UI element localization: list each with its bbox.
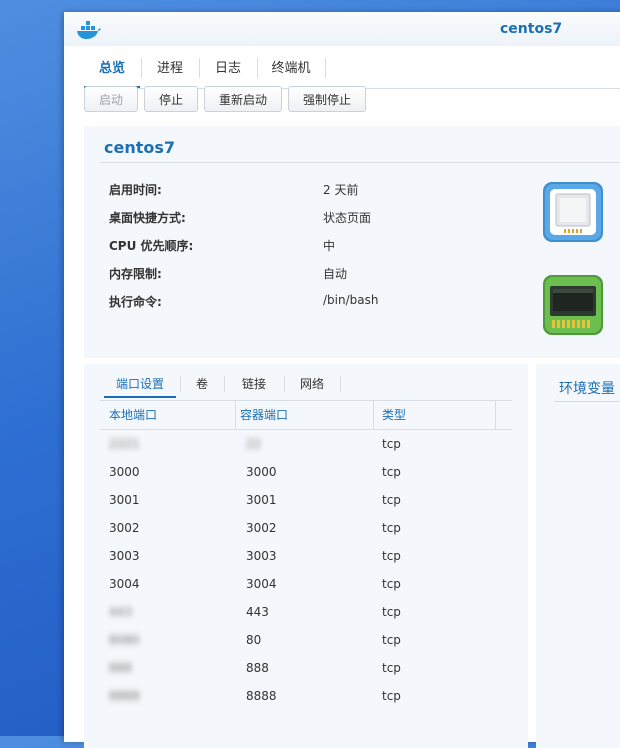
- type-cell: tcp: [382, 465, 401, 479]
- uptime-value: 2 天前: [323, 183, 359, 197]
- cpu-priority-label: CPU 优先顺序:: [109, 239, 194, 253]
- container-port-cell: 8888: [246, 689, 277, 703]
- container-port-cell: 22: [246, 437, 262, 451]
- shortcut-label: 桌面快捷方式:: [109, 211, 186, 225]
- container-port-cell: 3003: [246, 549, 277, 563]
- table-row[interactable]: 8888 8888 tcp: [100, 682, 512, 710]
- settings-subtabs: 端口设置 卷 链接 网络: [100, 364, 512, 400]
- container-port-cell: 3004: [246, 577, 277, 591]
- memory-module-icon: [542, 274, 604, 336]
- table-row[interactable]: 3000 3000 tcp: [100, 458, 512, 486]
- subtab-port-settings[interactable]: 端口设置: [104, 370, 176, 398]
- local-port-cell: 3001: [109, 493, 140, 507]
- tab-divider: [224, 376, 225, 392]
- tab-logs[interactable]: 日志: [200, 46, 256, 88]
- restart-button[interactable]: 重新启动: [204, 86, 282, 112]
- divider: [100, 162, 620, 163]
- cpu-chip-icon: [542, 181, 604, 243]
- table-row[interactable]: 3004 3004 tcp: [100, 570, 512, 598]
- tab-divider: [284, 376, 285, 392]
- subtab-links[interactable]: 链接: [226, 370, 282, 398]
- local-port-cell: 8888: [109, 689, 140, 703]
- container-port-cell: 3002: [246, 521, 277, 535]
- table-row[interactable]: 888 888 tcp: [100, 654, 512, 682]
- container-port-cell: 3001: [246, 493, 277, 507]
- local-port-cell: 888: [109, 661, 132, 675]
- type-cell: tcp: [382, 661, 401, 675]
- table-row[interactable]: 2221 22 tcp: [100, 430, 512, 458]
- stop-button[interactable]: 停止: [144, 86, 198, 112]
- memory-limit-value: 自动: [323, 267, 348, 281]
- local-port-cell: 2221: [109, 437, 140, 451]
- container-port-cell: 888: [246, 661, 269, 675]
- window-titlebar[interactable]: centos7: [64, 12, 620, 46]
- command-value: /bin/bash: [323, 293, 379, 307]
- container-detail-window: centos7 总览 进程 日志 终端机 启动 停止 重新启动 强制停止 cen…: [64, 12, 620, 748]
- table-row[interactable]: 3003 3003 tcp: [100, 542, 512, 570]
- column-header-type[interactable]: 类型: [374, 401, 496, 429]
- ports-table-header: 本地端口 容器端口 类型: [100, 401, 512, 430]
- table-row[interactable]: 3001 3001 tcp: [100, 486, 512, 514]
- window-title: centos7: [500, 21, 563, 37]
- local-port-cell: 3003: [109, 549, 140, 563]
- local-port-cell: 443: [109, 605, 132, 619]
- command-label: 执行命令:: [109, 295, 162, 309]
- tab-divider: [340, 376, 341, 392]
- tab-processes[interactable]: 进程: [142, 46, 198, 88]
- type-cell: tcp: [382, 493, 401, 507]
- start-button[interactable]: 启动: [84, 86, 138, 112]
- type-cell: tcp: [382, 633, 401, 647]
- docker-whale-icon: [76, 20, 102, 40]
- tab-divider: [325, 58, 326, 78]
- column-header-container-port[interactable]: 容器端口: [236, 401, 374, 429]
- force-stop-button[interactable]: 强制停止: [288, 86, 366, 112]
- type-cell: tcp: [382, 689, 401, 703]
- subtab-volume[interactable]: 卷: [182, 370, 222, 398]
- ports-table-body: 2221 22 tcp 3000 3000 tcp 3001 3001 tcp …: [100, 430, 512, 710]
- local-port-cell: 3004: [109, 577, 140, 591]
- main-tabs: 总览 进程 日志 终端机: [84, 46, 620, 89]
- memory-limit-label: 内存限制:: [109, 267, 162, 281]
- container-port-cell: 3000: [246, 465, 277, 479]
- local-port-cell: 3000: [109, 465, 140, 479]
- table-row[interactable]: 443 443 tcp: [100, 598, 512, 626]
- type-cell: tcp: [382, 437, 401, 451]
- type-cell: tcp: [382, 549, 401, 563]
- uptime-label: 启用时间:: [109, 183, 162, 197]
- container-info-panel: centos7 启用时间: 2 天前 桌面快捷方式: 状态页面 CPU 优先顺序…: [84, 126, 620, 358]
- table-row[interactable]: 3002 3002 tcp: [100, 514, 512, 542]
- type-cell: tcp: [382, 605, 401, 619]
- shortcut-value: 状态页面: [323, 211, 372, 225]
- type-cell: tcp: [382, 577, 401, 591]
- container-port-cell: 443: [246, 605, 269, 619]
- environment-panel: 环境变量: [536, 364, 620, 748]
- local-port-cell: 3002: [109, 521, 140, 535]
- table-row[interactable]: 8080 80 tcp: [100, 626, 512, 654]
- tab-divider: [180, 376, 181, 392]
- divider: [554, 401, 620, 402]
- subtab-network[interactable]: 网络: [286, 370, 338, 398]
- tab-terminal[interactable]: 终端机: [258, 46, 324, 88]
- environment-variables-title[interactable]: 环境变量: [559, 378, 615, 398]
- container-name: centos7: [104, 138, 176, 157]
- container-port-cell: 80: [246, 633, 262, 647]
- tab-overview[interactable]: 总览: [84, 46, 140, 88]
- local-port-cell: 8080: [109, 633, 140, 647]
- column-header-local-port[interactable]: 本地端口: [100, 401, 236, 429]
- type-cell: tcp: [382, 521, 401, 535]
- settings-panel: 端口设置 卷 链接 网络 本地端口 容器端口 类型 2221 22 tcp 30…: [84, 364, 528, 748]
- cpu-priority-value: 中: [323, 239, 336, 253]
